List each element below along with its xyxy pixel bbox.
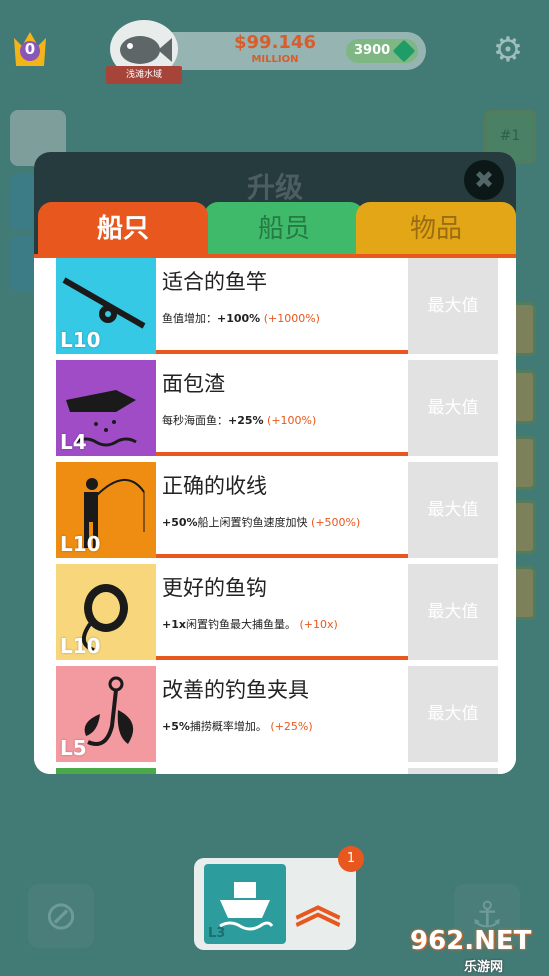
item-name: 面包渣 [162, 372, 225, 396]
gem-icon [392, 39, 416, 63]
watermark-main: 962.NET [410, 926, 532, 956]
gems-value: 3900 [354, 43, 391, 58]
item-level: L5 [60, 736, 87, 760]
compass-icon[interactable]: ⊘ [28, 884, 94, 948]
modal-header: 升级 ✖ 船只 船员 物品 船只 [34, 152, 516, 256]
upgrade-list: L10 适合的鱼竿 鱼值增加：+100% (+1000%) 最大值 L4 面包渣… [34, 258, 516, 774]
gems-counter[interactable]: 3900 [346, 39, 418, 63]
next-item-thumb [56, 768, 156, 774]
tab-items[interactable]: 物品 [356, 202, 516, 256]
list-item: L10 更好的鱼钩 +1x闲置钓鱼最大捕鱼量。 (+10x) 最大值 [56, 564, 506, 660]
money-value: $99.146 [234, 32, 316, 53]
max-level-button[interactable]: 最大值 [408, 258, 498, 354]
item-name: 改善的钓鱼夹具 [162, 678, 309, 702]
crown-value: 0 [24, 40, 36, 58]
item-description: 每秒海面鱼：+25% (+100%) [162, 414, 317, 427]
item-level: L10 [60, 532, 101, 556]
watermark-sub: 乐游网 [464, 960, 504, 975]
max-level-button[interactable]: 最大值 [408, 462, 498, 558]
list-item [56, 768, 506, 774]
hook-thumb: L10 [56, 564, 156, 660]
gear-icon[interactable]: ⚙ [490, 32, 526, 68]
reeling-thumb: L10 [56, 462, 156, 558]
watermark-logo: 962.NET 乐游网 [410, 926, 544, 975]
progress-bar [156, 656, 408, 660]
item-level: L4 [60, 430, 87, 454]
item-description: +1x闲置钓鱼最大捕鱼量。 (+10x) [162, 618, 338, 631]
item-description: +50%船上闲置钓鱼速度加快 (+500%) [162, 516, 361, 529]
upgrade-modal: 升级 ✖ 船只 船员 物品 船只 L10 适合的鱼竿 鱼值增加：+100% (+… [34, 152, 516, 774]
location-label: 浅滩水域 [106, 66, 182, 84]
max-level-button[interactable]: 最大值 [408, 360, 498, 456]
item-name: 适合的鱼竿 [162, 270, 267, 294]
progress-bar [156, 554, 408, 558]
max-level-button[interactable]: 最大值 [408, 666, 498, 762]
item-name: 更好的鱼钩 [162, 576, 267, 600]
tab-crew[interactable]: 船员 [204, 202, 364, 256]
max-level-button[interactable] [408, 768, 498, 774]
notification-badge: 1 [338, 846, 364, 872]
max-level-button[interactable]: 最大值 [408, 564, 498, 660]
crown-badge[interactable]: 0 [12, 28, 48, 70]
list-item: L5 改善的钓鱼夹具 +5%捕捞概率增加。 (+25%) 最大值 [56, 666, 506, 762]
breadcrumbs-thumb: L4 [56, 360, 156, 456]
list-item: L10 正确的收线 +50%船上闲置钓鱼速度加快 (+500%) 最大值 [56, 462, 506, 558]
boat-level: L3 [208, 926, 226, 941]
progress-bar [156, 452, 408, 456]
progress-bar [156, 350, 408, 354]
item-description: +5%捕捞概率增加。 (+25%) [162, 720, 313, 733]
item-name: 正确的收线 [162, 474, 267, 498]
item-description: 鱼值增加：+100% (+1000%) [162, 312, 320, 325]
fishing-rod-thumb: L10 [56, 258, 156, 354]
list-item: L4 面包渣 每秒海面鱼：+25% (+100%) 最大值 [56, 360, 506, 456]
money-unit: MILLION [251, 54, 299, 65]
tackle-thumb: L5 [56, 666, 156, 762]
upgrade-chevron-icon[interactable]: ︽ [288, 866, 348, 946]
modal-title: 升级 [246, 171, 303, 204]
item-level: L10 [60, 328, 101, 352]
close-button[interactable]: ✖ [464, 160, 504, 200]
list-item: L10 适合的鱼竿 鱼值增加：+100% (+1000%) 最大值 [56, 258, 506, 354]
item-level: L10 [60, 634, 101, 658]
tab-boats-active[interactable]: 船只 [38, 202, 208, 256]
